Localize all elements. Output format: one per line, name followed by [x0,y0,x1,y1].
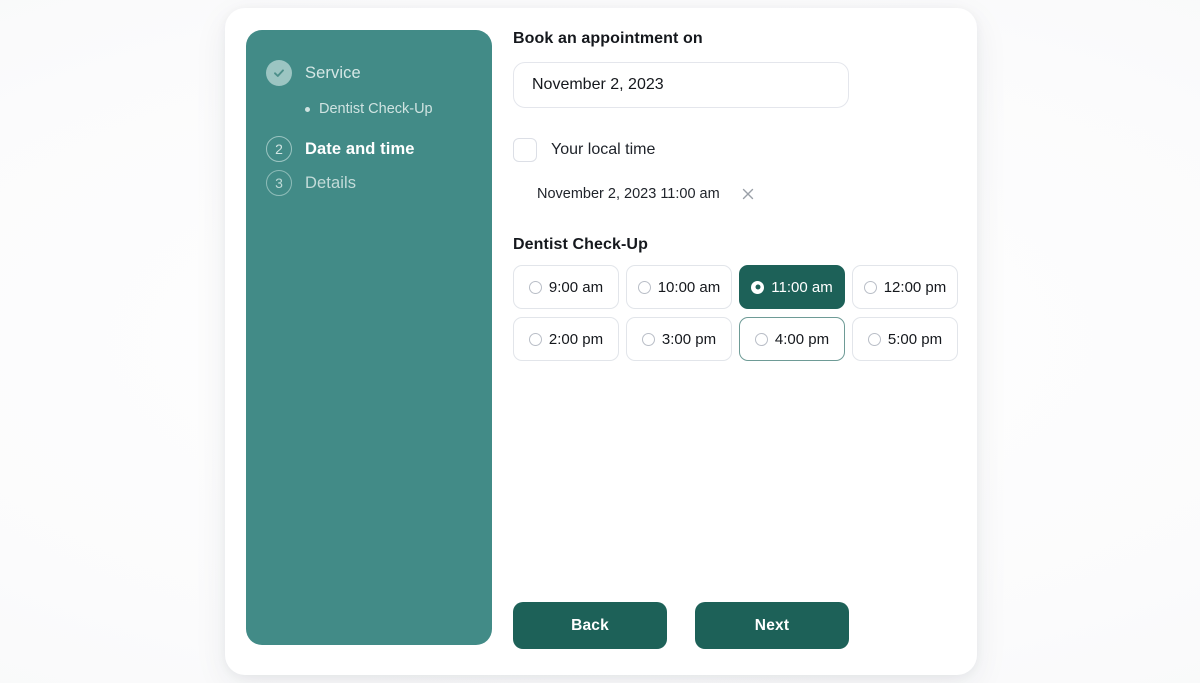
selected-slot-text: November 2, 2023 11:00 am [537,186,720,202]
local-time-row[interactable]: Your local time [513,138,953,162]
time-slot-label: 3:00 pm [661,330,717,348]
time-slot-button[interactable]: 4:00 pm [739,317,845,361]
local-time-checkbox[interactable] [513,138,537,162]
stepper-substep-label: Dentist Check-Up [319,101,433,117]
radio-icon [528,280,542,294]
time-slot-button[interactable]: 2:00 pm [513,317,619,361]
time-slot-button[interactable]: 3:00 pm [626,317,732,361]
time-slot-button[interactable]: 5:00 pm [852,317,958,361]
time-slot-label: 9:00 am [548,278,604,296]
time-slot-label: 2:00 pm [548,330,604,348]
check-circle-icon [266,60,292,86]
back-button[interactable]: Back [513,602,667,649]
stepper-label-service: Service [305,63,361,82]
time-slot-button[interactable]: 12:00 pm [852,265,958,309]
bullet-dot-icon [305,106,310,112]
next-button[interactable]: Next [695,602,849,649]
stepper-substep-service-selection: Dentist Check-Up [246,96,492,122]
time-slot-grid: 9:00 am 10:00 am 11:00 am 12:00 pm 2:00 … [513,265,958,361]
booking-card: Service Dentist Check-Up 2 Date and time… [225,8,977,675]
time-slot-label: 11:00 am [771,278,833,296]
close-icon[interactable] [740,186,756,202]
step-number-2-icon: 2 [266,136,292,162]
stepper-item-details[interactable]: 3 Details [246,166,492,200]
time-slot-label: 5:00 pm [887,330,943,348]
radio-icon [754,332,768,346]
local-time-label: Your local time [551,141,656,158]
radio-icon [528,332,542,346]
time-slot-button[interactable]: 9:00 am [513,265,619,309]
stepper-label-date-and-time: Date and time [305,139,415,158]
time-slot-label: 12:00 pm [883,278,947,296]
radio-icon [863,280,877,294]
time-slot-button[interactable]: 10:00 am [626,265,732,309]
time-slot-button[interactable]: 11:00 am [739,265,845,309]
stepper-item-service[interactable]: Service [246,56,492,90]
time-slot-label: 10:00 am [657,278,721,296]
stepper-item-date-and-time[interactable]: 2 Date and time [246,132,492,166]
radio-icon [751,280,765,294]
wizard-footer: Back Next [513,602,953,649]
step-number-3-icon: 3 [266,170,292,196]
selected-slot-row: November 2, 2023 11:00 am [513,186,953,202]
page-title: Book an appointment on [513,30,703,47]
time-slot-label: 4:00 pm [774,330,830,348]
radio-icon [641,332,655,346]
stepper-sidebar: Service Dentist Check-Up 2 Date and time… [246,30,492,645]
booking-content: Book an appointment on Your local time N… [513,30,958,645]
radio-icon [637,280,651,294]
radio-icon [867,332,881,346]
service-heading: Dentist Check-Up [513,236,648,253]
date-input[interactable] [513,62,849,108]
stepper-label-details: Details [305,173,357,192]
